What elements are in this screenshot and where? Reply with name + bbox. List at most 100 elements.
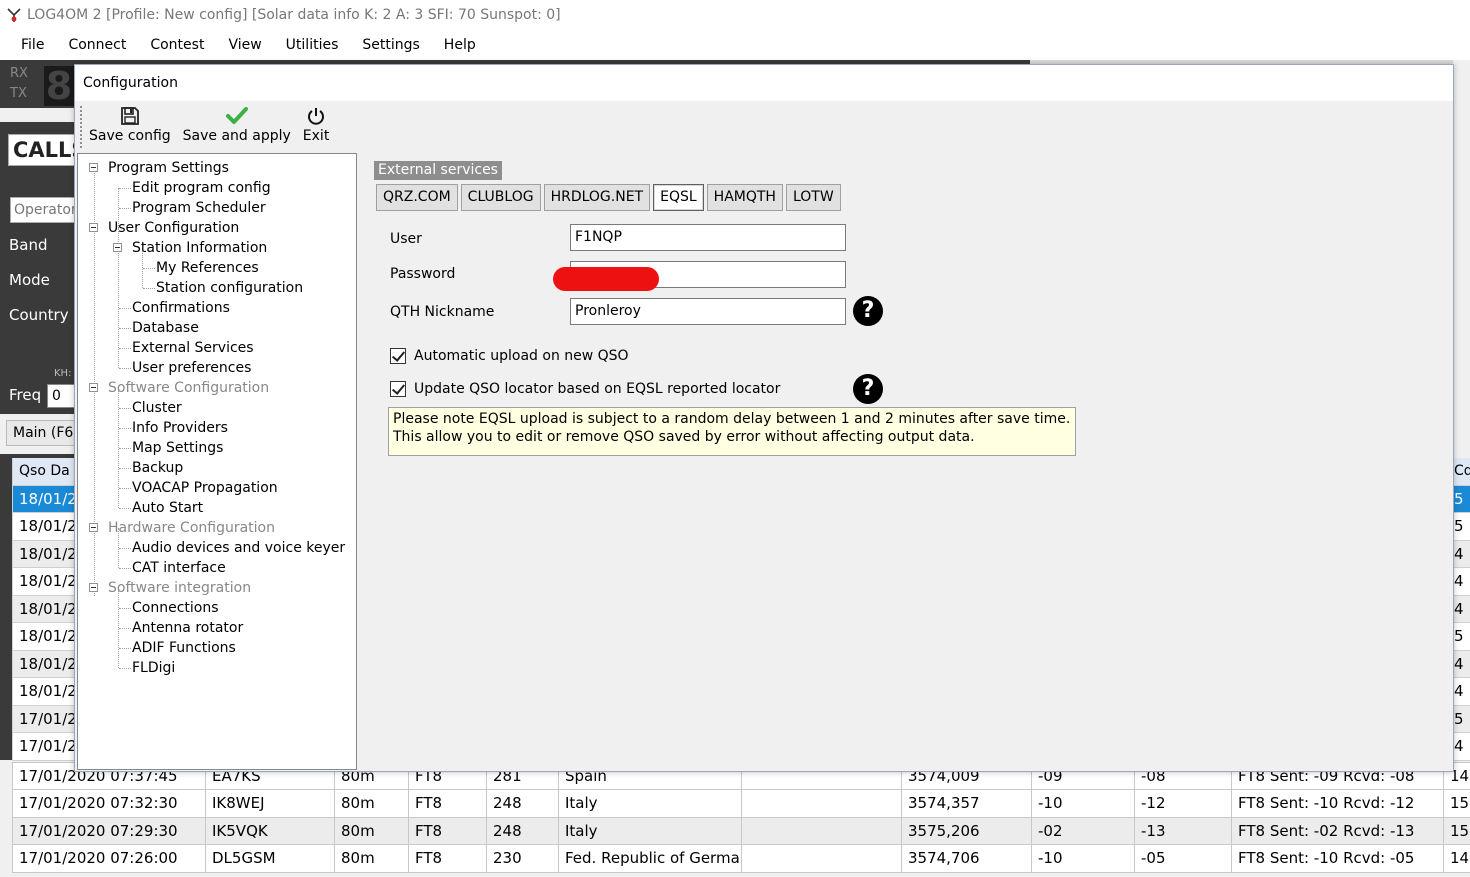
table-row[interactable]: 17/01/2 bbox=[12, 733, 74, 761]
tree-edit-program-config[interactable]: Edit program config bbox=[78, 178, 356, 198]
tree-label: Confirmations bbox=[132, 300, 230, 316]
tree-station-configuration[interactable]: Station configuration bbox=[78, 278, 356, 298]
cell-cq: 15 bbox=[1443, 789, 1470, 818]
save-config-button[interactable]: Save config bbox=[89, 103, 171, 144]
table-cell[interactable]: 5 bbox=[1453, 513, 1470, 541]
tree-external-services[interactable]: External Services bbox=[78, 338, 356, 358]
table-cell[interactable]: 5 bbox=[1453, 705, 1470, 733]
menu-utilities[interactable]: Utilities bbox=[274, 30, 351, 60]
collapse-icon[interactable] bbox=[89, 583, 98, 592]
tree-program-settings[interactable]: Program Settings bbox=[78, 158, 356, 178]
table-cell[interactable]: 4 bbox=[1453, 650, 1470, 678]
tab-lotw[interactable]: LOTW bbox=[785, 184, 841, 211]
exit-button[interactable]: Exit bbox=[303, 103, 329, 144]
cell-date: 17/01/2020 07:26:00 bbox=[12, 844, 206, 873]
table-row[interactable]: 18/01/2 bbox=[12, 540, 74, 568]
tree-label: Edit program config bbox=[132, 180, 271, 196]
callsign-input[interactable]: CALLS bbox=[8, 134, 78, 166]
tab-clublog[interactable]: CLUBLOG bbox=[460, 184, 541, 211]
tree-software-configuration[interactable]: Software Configuration bbox=[78, 378, 356, 398]
table-cell[interactable]: 4 bbox=[1453, 733, 1470, 761]
grid-header-cq[interactable]: Cq bbox=[1453, 458, 1470, 486]
tree-cluster[interactable]: Cluster bbox=[78, 398, 356, 418]
table-row[interactable]: 18/01/2 bbox=[12, 595, 74, 623]
table-cell[interactable]: 5 bbox=[1453, 485, 1470, 513]
table-row[interactable]: 18/01/2 bbox=[12, 623, 74, 651]
menu-connect[interactable]: Connect bbox=[56, 30, 138, 60]
tab-hrdlog[interactable]: HRDLOG.NET bbox=[543, 184, 651, 211]
tree-info-providers[interactable]: Info Providers bbox=[78, 418, 356, 438]
cell-mode: FT8 bbox=[408, 789, 487, 818]
tree-cat-interface[interactable]: CAT interface bbox=[78, 558, 356, 578]
tree-software-integration[interactable]: Software integration bbox=[78, 578, 356, 598]
table-row[interactable]: 17/01/2020 07:29:30 IK5VQK 80m FT8 248 I… bbox=[12, 816, 1470, 845]
menu-file[interactable]: File bbox=[9, 30, 56, 60]
collapse-icon[interactable] bbox=[89, 383, 98, 392]
tree-adif-functions[interactable]: ADIF Functions bbox=[78, 638, 356, 658]
question-mark-help-icon[interactable]: ? bbox=[853, 374, 883, 404]
note-line-1: Please note EQSL upload is subject to a … bbox=[393, 411, 1071, 427]
tab-hamqth[interactable]: HAMQTH bbox=[706, 184, 783, 211]
tree-audio-devices[interactable]: Audio devices and voice keyer bbox=[78, 538, 356, 558]
tree-user-configuration[interactable]: User Configuration bbox=[78, 218, 356, 238]
collapse-icon[interactable] bbox=[113, 243, 122, 252]
save-and-apply-button[interactable]: Save and apply bbox=[183, 103, 291, 144]
tree-confirmations[interactable]: Confirmations bbox=[78, 298, 356, 318]
table-row[interactable]: 18/01/2 bbox=[12, 568, 74, 596]
tree-hardware-configuration[interactable]: Hardware Configuration bbox=[78, 518, 356, 538]
tree-my-references[interactable]: My References bbox=[78, 258, 356, 278]
tree-station-information[interactable]: Station Information bbox=[78, 238, 356, 258]
tree-backup[interactable]: Backup bbox=[78, 458, 356, 478]
update-locator-checkbox-row[interactable]: Update QSO locator based on EQSL reporte… bbox=[390, 381, 780, 397]
tree-label: FLDigi bbox=[132, 660, 176, 676]
main-tab[interactable]: Main (F6 bbox=[6, 420, 78, 446]
eqsl-upload-note: Please note EQSL upload is subject to a … bbox=[388, 407, 1076, 456]
table-cell[interactable]: 4 bbox=[1453, 568, 1470, 596]
update-locator-checkbox[interactable] bbox=[390, 381, 406, 397]
collapse-icon[interactable] bbox=[89, 523, 98, 532]
table-row[interactable]: 18/01/2 bbox=[12, 650, 74, 678]
menu-contest[interactable]: Contest bbox=[138, 30, 216, 60]
user-input[interactable]: F1NQP bbox=[570, 224, 846, 251]
tree-fldigi[interactable]: FLDigi bbox=[78, 658, 356, 678]
tree-auto-start[interactable]: Auto Start bbox=[78, 498, 356, 518]
question-mark-help-icon[interactable]: ? bbox=[853, 296, 883, 326]
tree-user-preferences[interactable]: User preferences bbox=[78, 358, 356, 378]
cell-frequency: 3575,206 bbox=[901, 816, 1032, 845]
tree-map-settings[interactable]: Map Settings bbox=[78, 438, 356, 458]
table-row[interactable]: 18/01/2 bbox=[12, 678, 74, 706]
menu-settings[interactable]: Settings bbox=[350, 30, 431, 60]
menu-help[interactable]: Help bbox=[432, 30, 488, 60]
tab-qrz[interactable]: QRZ.COM bbox=[376, 184, 458, 211]
tree-database[interactable]: Database bbox=[78, 318, 356, 338]
menu-view[interactable]: View bbox=[216, 30, 273, 60]
collapse-icon[interactable] bbox=[89, 223, 98, 232]
toolbar-grip[interactable] bbox=[79, 105, 83, 149]
tab-eqsl[interactable]: EQSL bbox=[653, 184, 704, 211]
table-row[interactable]: 18/01/2 bbox=[12, 485, 74, 513]
table-cell[interactable]: 4 bbox=[1453, 678, 1470, 706]
tree-antenna-rotator[interactable]: Antenna rotator bbox=[78, 618, 356, 638]
operator-input[interactable]: Operator bbox=[10, 197, 78, 223]
table-row[interactable]: 17/01/2020 07:32:30 IK8WEJ 80m FT8 248 I… bbox=[12, 789, 1470, 818]
save-and-apply-label: Save and apply bbox=[182, 128, 291, 144]
collapse-icon[interactable] bbox=[89, 163, 98, 172]
rx-indicator: RX bbox=[10, 66, 28, 81]
qth-nickname-input[interactable]: Pronleroy bbox=[570, 298, 846, 325]
table-cell[interactable]: 4 bbox=[1453, 540, 1470, 568]
freq-input[interactable]: 0 bbox=[47, 384, 75, 408]
grid-header-qso-date[interactable]: Qso Da bbox=[12, 458, 74, 486]
table-row[interactable]: 17/01/2 bbox=[12, 705, 74, 733]
tree-connections[interactable]: Connections bbox=[78, 598, 356, 618]
table-row[interactable]: 17/01/2020 07:26:00 DL5GSM 80m FT8 230 F… bbox=[12, 844, 1470, 873]
table-row[interactable]: 18/01/2 bbox=[12, 513, 74, 541]
table-cell[interactable]: 4 bbox=[1453, 595, 1470, 623]
settings-tree[interactable]: Program Settings Edit program config Pro… bbox=[77, 153, 357, 770]
tree-voacap-propagation[interactable]: VOACAP Propagation bbox=[78, 478, 356, 498]
table-cell[interactable]: 5 bbox=[1453, 623, 1470, 651]
auto-upload-checkbox[interactable] bbox=[390, 348, 406, 364]
tree-label: Cluster bbox=[132, 400, 182, 416]
tree-label: My References bbox=[156, 260, 259, 276]
tree-program-scheduler[interactable]: Program Scheduler bbox=[78, 198, 356, 218]
auto-upload-checkbox-row[interactable]: Automatic upload on new QSO bbox=[390, 348, 629, 364]
